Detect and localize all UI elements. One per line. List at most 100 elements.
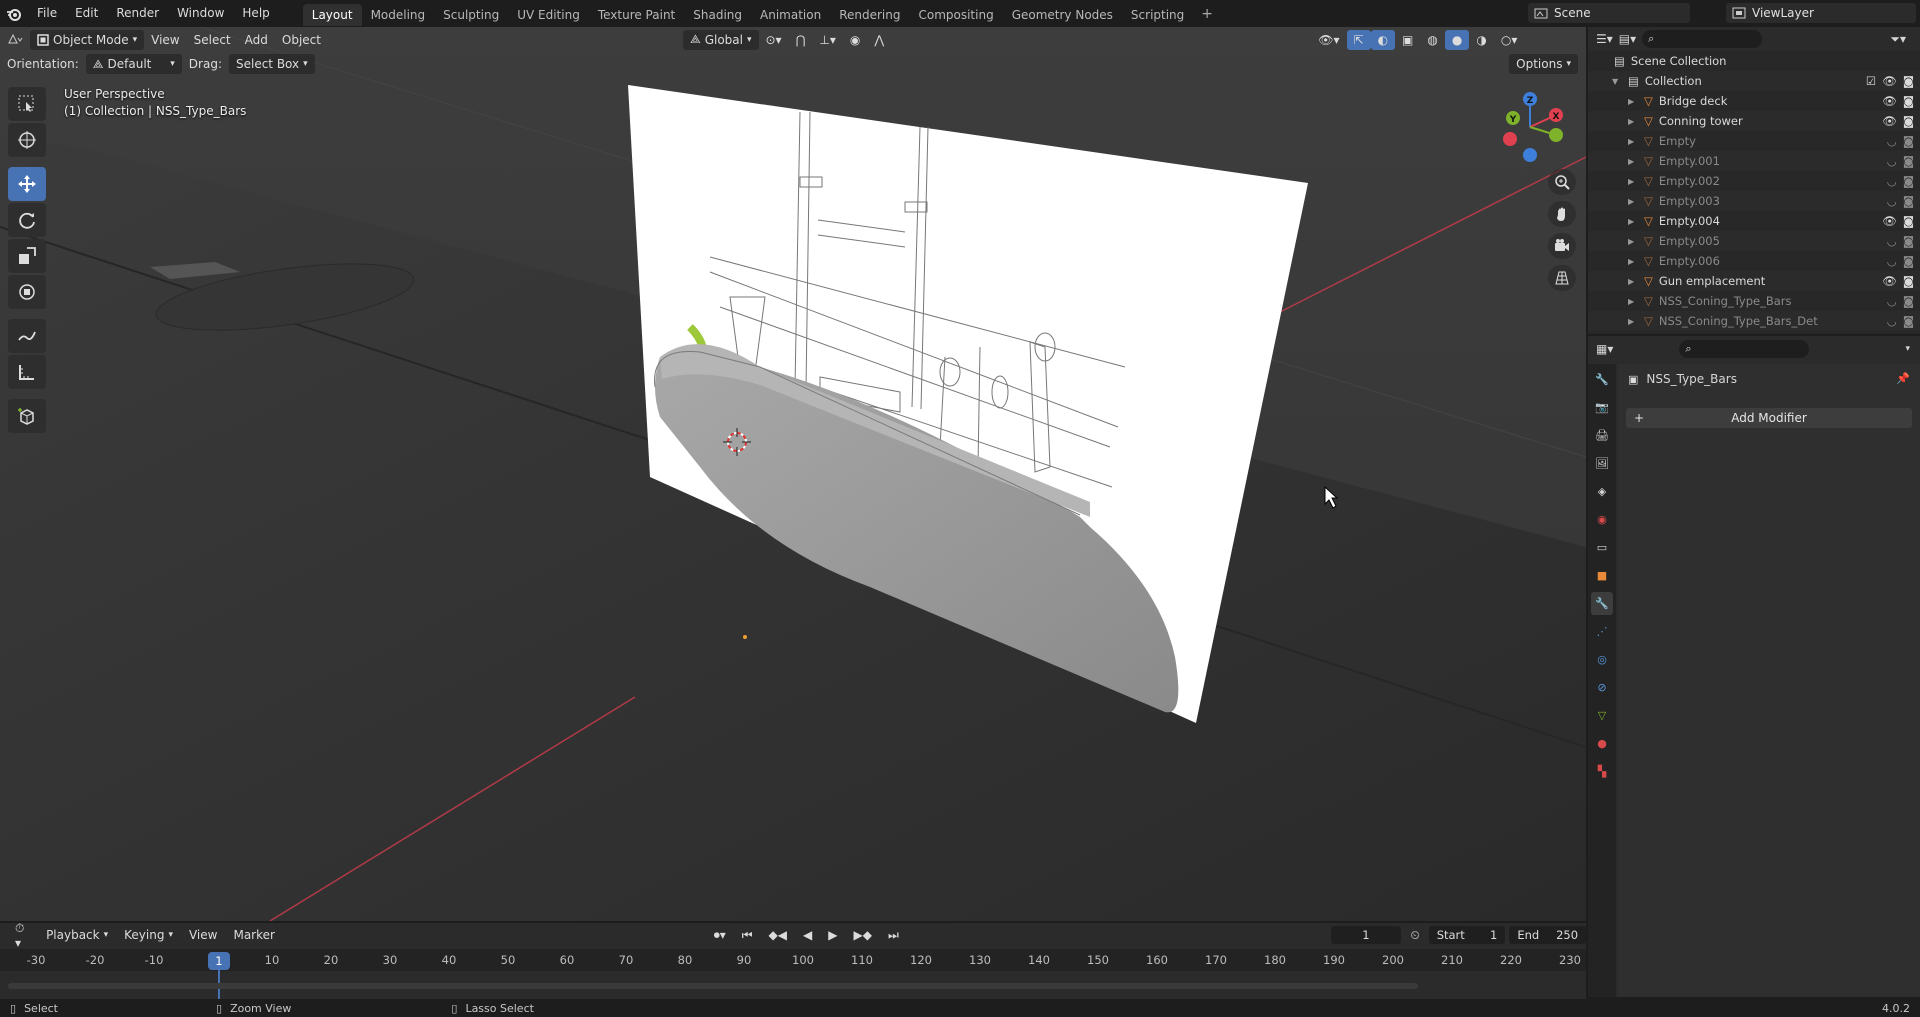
record-button[interactable]: ⏺▾ — [707, 925, 733, 945]
3d-viewport[interactable]: Object Mode ▾ View Select Add Object ⟁ G… — [0, 27, 1586, 921]
rotate-tool[interactable] — [8, 203, 46, 237]
eye-closed-icon[interactable]: ◡ — [1887, 194, 1897, 208]
expand-arrow-icon[interactable]: ▶ — [1628, 197, 1638, 206]
scene-selector[interactable]: Scene — [1528, 3, 1690, 23]
outliner-item[interactable]: ▶ ▽ Empty.005 ◡ ◙ — [1588, 231, 1920, 251]
tab-animation[interactable]: Animation — [751, 4, 830, 26]
expand-arrow-icon[interactable]: ▼ — [1612, 77, 1622, 86]
tab-texture-paint[interactable]: Texture Paint — [589, 4, 684, 26]
outliner-collection[interactable]: ▼ ▤ Collection ☑ 👁 ◙ — [1588, 71, 1920, 91]
tool-tab-icon[interactable]: 🔧 — [1591, 368, 1613, 391]
camera-icon[interactable]: ◙ — [1903, 294, 1914, 308]
tab-compositing[interactable]: Compositing — [909, 4, 1002, 26]
camera-icon[interactable]: ◙ — [1903, 154, 1914, 168]
modifier-tab-icon[interactable]: 🔧 — [1591, 592, 1613, 615]
viewport-scene[interactable] — [0, 27, 1586, 921]
add-workspace-button[interactable]: + — [1193, 6, 1221, 22]
proportional-edit-toggle[interactable]: ◉ — [843, 30, 867, 50]
properties-search-input[interactable]: ⌕ — [1679, 340, 1810, 358]
current-frame-indicator[interactable]: 1 — [207, 952, 230, 970]
menu-select[interactable]: Select — [187, 30, 238, 50]
timeline-editor-icon[interactable]: ⏱▾ — [8, 921, 37, 950]
move-tool[interactable] — [8, 167, 46, 201]
select-box-tool[interactable] — [8, 87, 46, 121]
jump-start-icon[interactable]: ⏮ — [735, 925, 760, 945]
camera-icon[interactable]: ◙ — [1903, 194, 1914, 208]
physics-tab-icon[interactable]: ◎ — [1591, 648, 1613, 671]
scale-tool[interactable] — [8, 239, 46, 273]
options-dropdown[interactable]: Options ▾ — [1509, 54, 1578, 74]
menu-render[interactable]: Render — [107, 0, 168, 27]
overlay-toggle[interactable]: ◐ — [1370, 29, 1396, 50]
pivot-point-button[interactable]: ⊙▾ — [759, 30, 789, 50]
expand-arrow-icon[interactable]: ▶ — [1628, 97, 1638, 106]
expand-arrow-icon[interactable]: ▶ — [1628, 137, 1638, 146]
outliner-item[interactable]: ▶ ▽ Gun emplacement 👁 ◙ — [1588, 271, 1920, 291]
camera-view-icon[interactable] — [1548, 233, 1576, 259]
outliner-editor-icon[interactable]: ☰▾ — [1596, 32, 1613, 46]
stopwatch-icon[interactable]: ⏲ — [1403, 925, 1426, 945]
end-frame-field[interactable]: End 250 — [1509, 926, 1587, 944]
texture-tab-icon[interactable]: ▚ — [1591, 760, 1613, 783]
orientation-dropdown[interactable]: ⟁ Default ▾ — [85, 54, 182, 74]
expand-arrow-icon[interactable]: ▶ — [1628, 317, 1638, 326]
menu-edit[interactable]: Edit — [66, 0, 107, 27]
gizmo-y-neg[interactable] — [1549, 128, 1563, 142]
prev-keyframe-icon[interactable]: ◆◀ — [762, 925, 794, 945]
camera-icon[interactable]: ◙ — [1903, 134, 1914, 148]
camera-icon[interactable]: ◙ — [1903, 174, 1914, 188]
collection-tab-icon[interactable]: ▭ — [1591, 536, 1613, 559]
menu-help[interactable]: Help — [233, 0, 278, 27]
add-cube-tool[interactable] — [8, 399, 46, 433]
pan-hand-icon[interactable] — [1548, 201, 1576, 227]
menu-add[interactable]: Add — [238, 30, 275, 50]
constraints-tab-icon[interactable]: ⊘ — [1591, 676, 1613, 699]
annotate-tool[interactable] — [8, 319, 46, 353]
expand-arrow-icon[interactable]: ▶ — [1628, 117, 1638, 126]
camera-icon[interactable]: ◙ — [1903, 234, 1914, 248]
play-icon[interactable]: ▶ — [821, 925, 844, 945]
tab-sculpting[interactable]: Sculpting — [434, 4, 508, 26]
tab-geometry-nodes[interactable]: Geometry Nodes — [1003, 4, 1122, 26]
gizmo-z-neg[interactable] — [1523, 148, 1537, 162]
tab-rendering[interactable]: Rendering — [830, 4, 909, 26]
expand-arrow-icon[interactable]: ▶ — [1628, 297, 1638, 306]
scene-tab-icon[interactable]: ◈ — [1591, 480, 1613, 503]
snap-toggle[interactable]: ⋂ — [789, 30, 813, 50]
expand-arrow-icon[interactable]: ▶ — [1628, 177, 1638, 186]
camera-icon[interactable]: ◙ — [1903, 74, 1914, 88]
menu-file[interactable]: File — [28, 0, 66, 27]
timeline-ruler[interactable]: -30 -20 -10 10 20 30 40 50 60 70 80 90 100 110 120 130 1… — [0, 949, 1586, 971]
camera-icon[interactable]: ◙ — [1903, 214, 1914, 228]
current-frame-field[interactable]: 1 — [1330, 926, 1402, 944]
camera-icon[interactable]: ◙ — [1903, 254, 1914, 268]
blender-logo-icon[interactable] — [0, 0, 28, 27]
eye-closed-icon[interactable]: ◡ — [1887, 134, 1897, 148]
tab-modeling[interactable]: Modeling — [362, 4, 435, 26]
navigation-gizmo[interactable]: Z X Y — [1496, 89, 1564, 167]
view-layer-tab-icon[interactable]: 🖼 — [1591, 452, 1613, 475]
play-reverse-icon[interactable]: ◀ — [796, 925, 819, 945]
world-tab-icon[interactable]: ◉ — [1591, 508, 1613, 531]
menu-keying[interactable]: Keying ▾ — [117, 925, 180, 945]
timeline-scrollbar[interactable] — [8, 983, 1418, 989]
shading-wireframe[interactable]: ◍ — [1420, 30, 1444, 50]
menu-object[interactable]: Object — [275, 30, 328, 50]
data-tab-icon[interactable]: ▽ — [1591, 704, 1613, 727]
menu-window[interactable]: Window — [168, 0, 233, 27]
camera-icon[interactable]: ◙ — [1903, 114, 1914, 128]
tab-layout[interactable]: Layout — [302, 3, 362, 26]
checkbox-icon[interactable]: ☑ — [1866, 74, 1876, 88]
eye-closed-icon[interactable]: ◡ — [1887, 174, 1897, 188]
filter-icon[interactable]: ⏷▾ — [1890, 32, 1906, 47]
expand-arrow-icon[interactable]: ▶ — [1628, 157, 1638, 166]
tab-scripting[interactable]: Scripting — [1122, 4, 1193, 26]
outliner-item[interactable]: ▶ ▽ Empty.002 ◡ ◙ — [1588, 171, 1920, 191]
menu-playback[interactable]: Playback ▾ — [39, 925, 115, 945]
output-tab-icon[interactable]: 🖨 — [1591, 424, 1613, 447]
shading-solid[interactable]: ● — [1444, 29, 1470, 50]
eye-closed-icon[interactable]: ◡ — [1887, 234, 1897, 248]
next-keyframe-icon[interactable]: ▶◆ — [846, 925, 878, 945]
outliner-item[interactable]: ▶ ▽ Empty ◡ ◙ — [1588, 131, 1920, 151]
view-layer-selector[interactable]: ViewLayer — [1726, 3, 1916, 23]
